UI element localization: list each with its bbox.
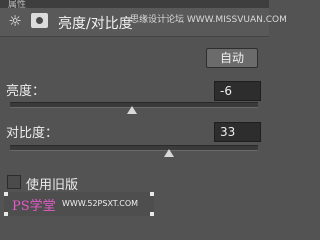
sun-icon[interactable]: ☼ — [6, 12, 24, 30]
logo-url: WWW.52PSXT.COM — [62, 199, 139, 208]
layer-mask-icon[interactable] — [31, 13, 48, 28]
panel-tab-strip: 属性 — [0, 0, 269, 10]
contrast-label: 对比度： — [6, 126, 59, 141]
contrast-slider-thumb[interactable] — [163, 149, 174, 157]
brightness-value-input[interactable]: -6 — [214, 81, 261, 101]
logo-corner-mark — [4, 212, 8, 216]
use-legacy-label: 使用旧版 — [26, 178, 79, 193]
use-legacy-checkbox[interactable] — [7, 175, 21, 189]
contrast-value-input[interactable]: 33 — [214, 122, 261, 142]
logo-corner-mark — [150, 192, 154, 196]
brightness-label: 亮度： — [6, 84, 46, 99]
panel-title: 亮度/对比度 — [58, 16, 133, 32]
contrast-slider-track[interactable] — [10, 145, 258, 151]
logo-text: PS学堂 — [12, 199, 56, 214]
brightness-slider-thumb[interactable] — [126, 106, 137, 114]
auto-button[interactable]: 自动 — [206, 48, 258, 68]
watermark-text: 思缘设计论坛 WWW.MISSVUAN.COM — [130, 15, 287, 25]
logo-corner-mark — [4, 192, 8, 196]
logo-corner-mark — [150, 212, 154, 216]
